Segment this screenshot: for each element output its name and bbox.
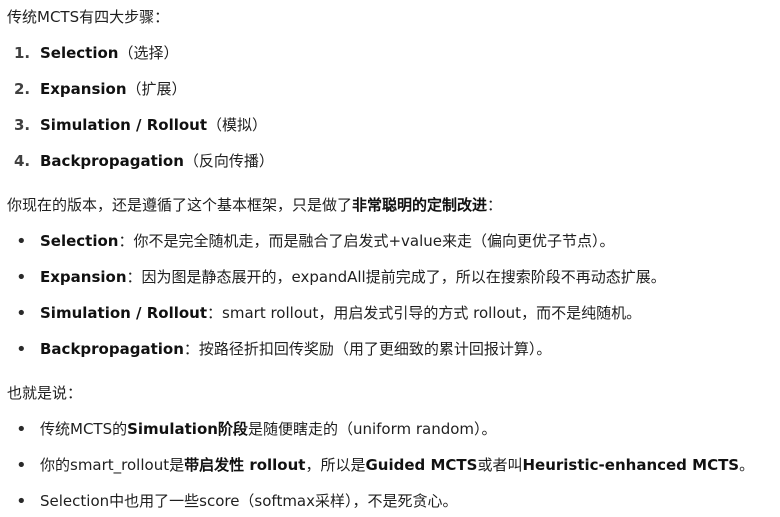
step-note: （反向传播） [183,152,274,170]
step-term: Simulation / Rollout [40,116,208,134]
step-note: （模拟） [207,116,268,134]
document-page: 传统MCTS有四大步骤： 1. Selection（选择） 2. Expansion… [0,0,780,517]
list-number: 1. [14,44,31,62]
improvement-item-simulation: Simulation / Rollout：smart rollout，用启发式引… [14,302,641,324]
current-version-emphasis: 非常聪明的定制改进 [352,196,488,214]
improvement-term: Expansion [40,268,127,286]
summary-item-smart-rollout: 你的smart_rollout是带启发性 rollout，所以是Guided M… [14,454,754,476]
summary-text: 传统MCTS的 [40,420,128,438]
summary-intro-paragraph: 也就是说： [7,384,83,402]
summary-text: 或者叫 [477,456,523,474]
summary-item-selection-score: Selection中也用了一些score（softmax采样），不是死贪心。 [14,490,458,512]
intro-paragraph: 传统MCTS有四大步骤： [7,8,170,26]
improvement-item-selection: Selection：你不是完全随机走，而是融合了启发式+value来走（偏向更优… [14,230,615,252]
summary-text: 。 [739,456,755,474]
bullet-icon [14,303,40,325]
summary-text: Selection中也用了一些score（softmax采样），不是死贪心。 [40,492,458,510]
improvement-text: ：smart rollout，用启发式引导的方式 rollout，而不是纯随机。 [207,304,642,322]
bullet-icon [14,267,40,289]
improvement-item-expansion: Expansion：因为图是静态展开的，expandAll提前完成了，所以在搜索… [14,266,666,288]
summary-emphasis: Heuristic-enhanced MCTS [522,456,740,474]
summary-emphasis: Simulation阶段 [127,420,248,438]
bullet-icon [14,491,40,513]
step-note: （选择） [118,44,179,62]
step-item-backpropagation: 4. Backpropagation（反向传播） [14,150,274,172]
summary-emphasis: Guided MCTS [365,456,478,474]
current-version-text: 你现在的版本，还是遵循了这个基本框架，只是做了 [7,196,353,214]
improvement-term: Selection [40,232,119,250]
improvement-text: ：因为图是静态展开的，expandAll提前完成了，所以在搜索阶段不再动态扩展。 [126,268,666,286]
summary-text: 你的smart_rollout是 [40,456,185,474]
summary-text: 是随便瞎走的（uniform random）。 [247,420,497,438]
step-term: Backpropagation [40,152,184,170]
list-number: 3. [14,116,31,134]
bullet-icon [14,339,40,361]
summary-text: ，所以是 [305,456,366,474]
improvement-term: Backpropagation [40,340,184,358]
list-number: 4. [14,152,31,170]
summary-item-simulation: 传统MCTS的Simulation阶段是随便瞎走的（uniform random… [14,418,497,440]
step-note: （扩展） [126,80,187,98]
step-item-selection: 1. Selection（选择） [14,42,179,64]
current-version-paragraph: 你现在的版本，还是遵循了这个基本框架，只是做了非常聪明的定制改进： [7,194,502,216]
step-item-expansion: 2. Expansion（扩展） [14,78,187,100]
bullet-icon [14,419,40,441]
summary-emphasis: 带启发性 rollout [184,456,306,474]
improvement-item-backpropagation: Backpropagation：按路径折扣回传奖励（用了更细致的累计回报计算）。 [14,338,551,360]
step-item-simulation: 3. Simulation / Rollout（模拟） [14,114,267,136]
bullet-icon [14,455,40,477]
improvement-term: Simulation / Rollout [40,304,208,322]
improvement-text: ：按路径折扣回传奖励（用了更细致的累计回报计算）。 [183,340,552,358]
list-number: 2. [14,80,31,98]
improvement-text: ：你不是完全随机走，而是融合了启发式+value来走（偏向更优子节点）。 [118,232,615,250]
current-version-colon: ： [487,196,503,214]
step-term: Expansion [40,80,127,98]
bullet-icon [14,231,40,253]
step-term: Selection [40,44,119,62]
